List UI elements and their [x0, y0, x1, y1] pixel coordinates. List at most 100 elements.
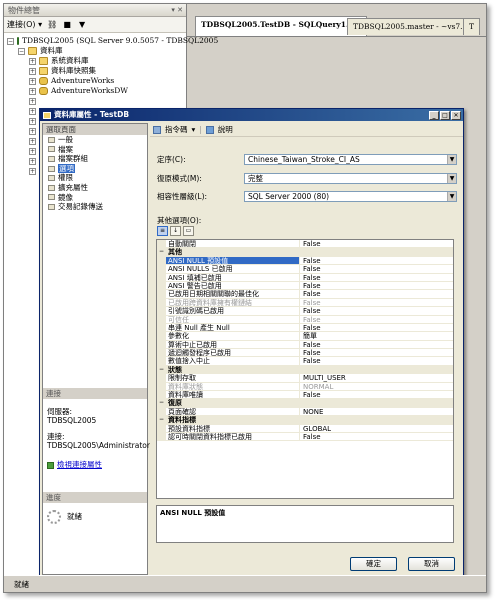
expand-icon[interactable]: +: [29, 137, 36, 145]
property-row[interactable]: ANSI 填補已啟用 False: [157, 273, 453, 282]
view-connection-properties[interactable]: 檢視連接屬性: [47, 460, 145, 470]
maximize-button[interactable]: □: [440, 110, 450, 120]
page-item[interactable]: 檔案: [43, 145, 147, 155]
page-item[interactable]: 選項: [43, 163, 147, 174]
expand-icon[interactable]: +: [29, 167, 36, 175]
property-category[interactable]: − 其他: [157, 248, 453, 257]
property-value[interactable]: False: [300, 349, 453, 356]
property-value[interactable]: 簡單: [300, 332, 453, 339]
categorized-icon[interactable]: ≡: [157, 226, 168, 236]
property-value[interactable]: False: [300, 240, 453, 247]
property-value[interactable]: False: [300, 282, 453, 289]
property-row[interactable]: ANSI NULL 預設值 False: [157, 256, 453, 266]
collapse-icon[interactable]: −: [157, 416, 166, 424]
expand-icon[interactable]: +: [29, 77, 36, 85]
tab-t[interactable]: T: [463, 18, 481, 35]
chevron-down-icon[interactable]: ▼: [447, 192, 456, 201]
collapse-icon[interactable]: −: [157, 399, 166, 407]
page-item[interactable]: 擴充屬性: [43, 183, 147, 193]
property-value[interactable]: GLOBAL: [300, 425, 453, 432]
expand-icon[interactable]: +: [29, 57, 36, 65]
property-row[interactable]: 認可時關閉資料指標已啟用 False: [157, 432, 453, 442]
cancel-button[interactable]: 取消: [408, 557, 455, 571]
property-row[interactable]: 自動關閉 False: [157, 240, 453, 249]
property-row[interactable]: ANSI NULLS 已啟用 False: [157, 265, 453, 274]
alphabetical-icon[interactable]: ↓: [170, 226, 181, 236]
tree-node[interactable]: + 資料庫快照集: [4, 66, 186, 76]
property-row[interactable]: 數值捨入中止 False: [157, 357, 453, 366]
property-value[interactable]: False: [300, 290, 453, 297]
expand-icon[interactable]: +: [29, 157, 36, 165]
tree-node[interactable]: + 系統資料庫: [4, 56, 186, 66]
property-value[interactable]: False: [300, 257, 453, 264]
filter-icon[interactable]: ▼: [77, 20, 87, 30]
close-button[interactable]: ✕: [451, 110, 461, 120]
tab-vs7[interactable]: TDBSQL2005.master - ~vs7.sql: [347, 18, 480, 35]
property-row[interactable]: 遞迴觸發程序已啟用 False: [157, 349, 453, 358]
chevron-down-icon[interactable]: ▼: [447, 155, 456, 164]
property-value[interactable]: False: [300, 357, 453, 364]
property-row[interactable]: 資料庫唯讀 False: [157, 391, 453, 400]
property-pages-icon[interactable]: ▭: [183, 226, 194, 236]
expand-icon[interactable]: +: [29, 67, 36, 75]
expand-icon[interactable]: +: [29, 97, 36, 105]
property-value[interactable]: False: [300, 324, 453, 331]
property-value[interactable]: False: [300, 391, 453, 398]
property-row[interactable]: ANSI 警告已啟用 False: [157, 281, 453, 291]
minimize-button[interactable]: _: [429, 110, 439, 120]
property-row[interactable]: 限制存取 MULTI_USER: [157, 374, 453, 383]
collation-select[interactable]: Chinese_Taiwan_Stroke_CI_AS ▼: [244, 154, 457, 165]
help-button[interactable]: 說明: [218, 124, 233, 135]
property-row[interactable]: 算術中止已啟用 False: [157, 340, 453, 350]
script-dropdown-icon[interactable]: ▾: [192, 125, 196, 134]
property-row[interactable]: 引號識別碼已啟用 False: [157, 307, 453, 316]
property-category[interactable]: − 資料指標: [157, 416, 453, 425]
collapse-icon[interactable]: −: [18, 47, 25, 55]
property-row[interactable]: 可信任 False: [157, 315, 453, 324]
property-value[interactable]: False: [300, 433, 453, 440]
expand-icon[interactable]: +: [29, 107, 36, 115]
property-category[interactable]: − 狀態: [157, 365, 453, 375]
page-item[interactable]: 交易記錄傳送: [43, 202, 147, 212]
ok-button[interactable]: 確定: [350, 557, 397, 571]
recovery-select[interactable]: 完整 ▼: [244, 173, 457, 184]
chevron-down-icon[interactable]: ▼: [447, 174, 456, 183]
expand-icon[interactable]: +: [29, 127, 36, 135]
page-item[interactable]: 一般: [43, 135, 147, 145]
page-item[interactable]: 權限: [43, 173, 147, 183]
view-connection-link[interactable]: 檢視連接屬性: [57, 460, 102, 469]
disconnect-icon[interactable]: ⛓: [47, 20, 57, 30]
expand-icon[interactable]: +: [29, 147, 36, 155]
pin-icon[interactable]: ▾ ✕: [171, 4, 183, 17]
tree-node[interactable]: +: [4, 96, 186, 106]
property-value[interactable]: False: [300, 307, 453, 314]
expand-icon[interactable]: +: [29, 117, 36, 125]
property-value[interactable]: False: [300, 265, 453, 272]
property-row[interactable]: 串連 Null 產生 Null False: [157, 323, 453, 333]
property-row[interactable]: 預設資料指標 GLOBAL: [157, 424, 453, 433]
tree-node[interactable]: − TDBSQL2005 (SQL Server 9.0.5057 - TDBSQ…: [4, 36, 218, 46]
property-value[interactable]: False: [300, 274, 453, 281]
property-value[interactable]: NONE: [300, 408, 453, 415]
property-row[interactable]: 資料庫狀態 NORMAL: [157, 382, 453, 392]
tree-node[interactable]: + AdventureWorksDW: [4, 86, 186, 96]
connect-button[interactable]: 連接(O) ▾: [7, 19, 42, 30]
compatibility-select[interactable]: SQL Server 2000 (80) ▼: [244, 191, 457, 202]
expand-icon[interactable]: +: [29, 87, 36, 95]
collapse-icon[interactable]: −: [7, 37, 14, 45]
script-button[interactable]: 指令碼: [165, 124, 188, 135]
property-value[interactable]: MULTI_USER: [300, 374, 453, 381]
property-value[interactable]: False: [300, 341, 453, 348]
property-value[interactable]: False: [300, 299, 453, 306]
property-row[interactable]: 已啟用日期相關關聯的最佳化 False: [157, 290, 453, 299]
property-value[interactable]: NORMAL: [300, 383, 453, 390]
collapse-icon[interactable]: −: [157, 365, 166, 374]
tab-sqlquery1[interactable]: TDBSQL2005.TestDB - SQLQuery1.sql: [195, 16, 367, 36]
property-row[interactable]: 已啟用跨資料庫擁有權鏈結 False: [157, 298, 453, 308]
tree-node[interactable]: − 資料庫: [4, 46, 186, 56]
page-item[interactable]: 鏡像: [43, 193, 147, 203]
property-category[interactable]: − 復原: [157, 399, 453, 408]
collapse-icon[interactable]: −: [157, 248, 166, 256]
property-row[interactable]: 頁面確認 NONE: [157, 407, 453, 417]
tree-node[interactable]: + AdventureWorks: [4, 76, 186, 86]
